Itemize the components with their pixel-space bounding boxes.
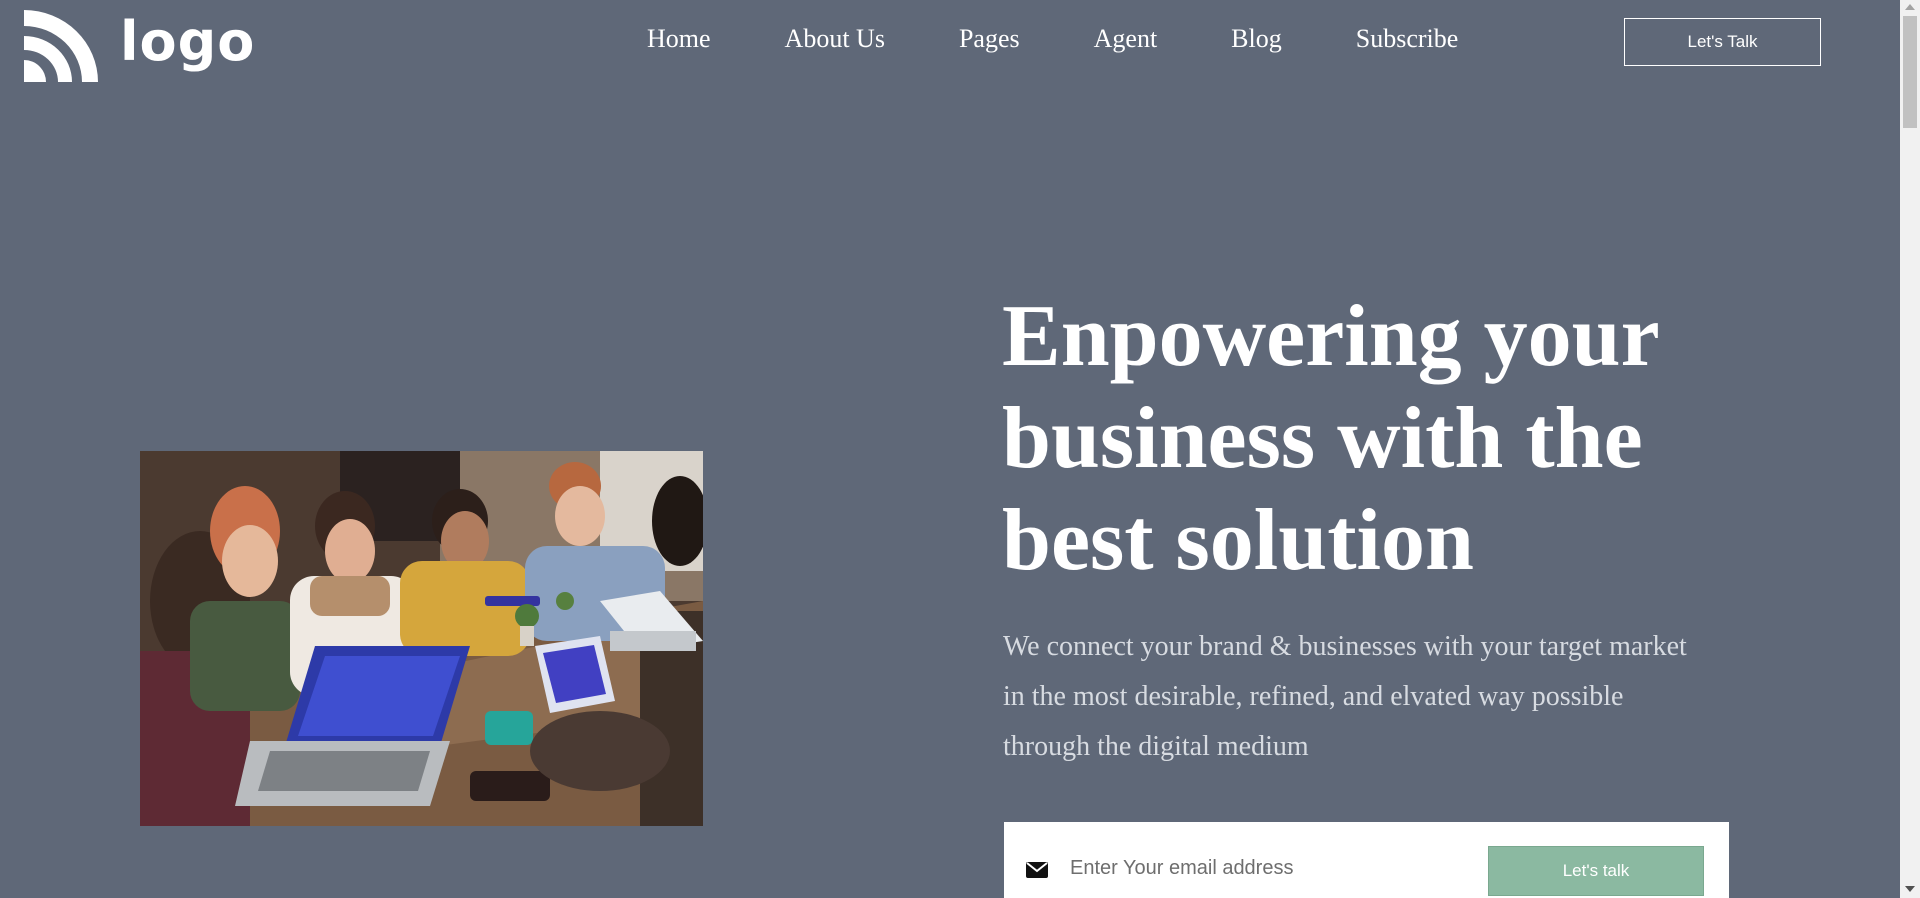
team-meeting-photo — [140, 451, 703, 826]
page-scrollbar[interactable] — [1900, 0, 1920, 898]
nav-agent[interactable]: Agent — [1094, 24, 1158, 54]
wifi-arcs-icon — [24, 10, 98, 82]
lets-talk-submit-button[interactable]: Let's talk — [1488, 846, 1704, 896]
nav-about-us[interactable]: About Us — [785, 24, 885, 54]
logo-text: logo — [120, 10, 256, 73]
scroll-down-arrow-icon[interactable] — [1905, 886, 1915, 892]
scroll-thumb[interactable] — [1903, 16, 1917, 128]
main-nav: Home About Us Pages Agent Blog Subscribe — [610, 24, 1495, 54]
nav-pages[interactable]: Pages — [959, 24, 1020, 54]
nav-home[interactable]: Home — [647, 24, 711, 54]
nav-subscribe[interactable]: Subscribe — [1356, 24, 1459, 54]
lets-talk-header-button[interactable]: Let's Talk — [1624, 18, 1821, 66]
hero-headline: Enpowering your business with the best s… — [1002, 288, 1659, 589]
hero-subtext: We connect your brand & businesses with … — [1003, 631, 1687, 762]
nav-blog[interactable]: Blog — [1231, 24, 1282, 54]
scroll-up-arrow-icon[interactable] — [1905, 4, 1915, 10]
envelope-icon — [1026, 862, 1048, 878]
email-subscribe-form: Let's talk — [1004, 822, 1729, 898]
logo[interactable]: logo — [24, 10, 255, 82]
email-input[interactable] — [1070, 848, 1470, 888]
